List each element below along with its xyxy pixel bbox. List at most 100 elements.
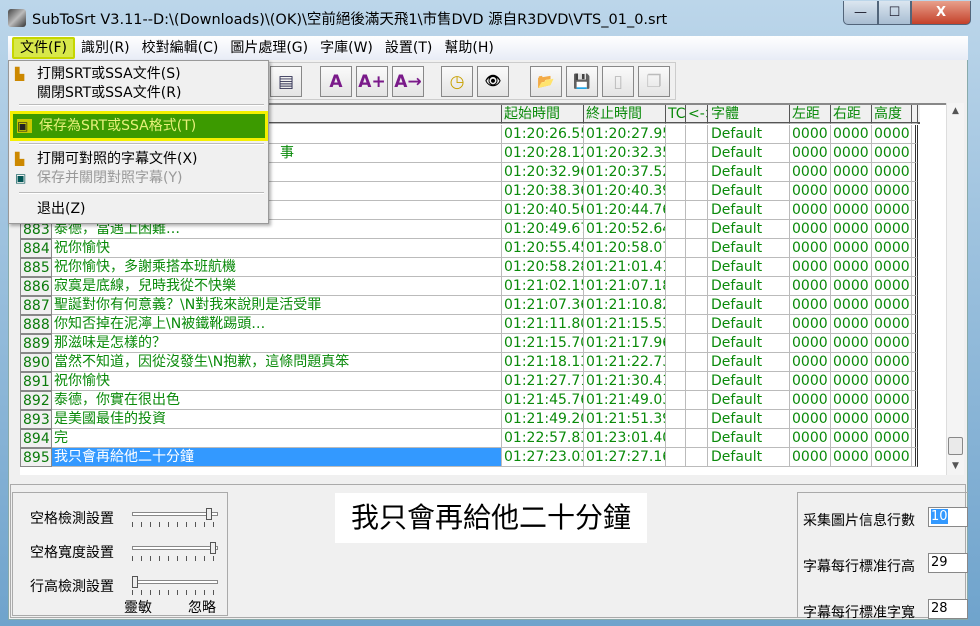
table-row[interactable]: 885 祝你愉快，多謝乘搭本班航機 01:20:58.28 01:21:01.41 De… <box>20 258 920 277</box>
menu-settings[interactable]: 設置(T) <box>379 37 438 59</box>
row-start: 01:21:45.76 <box>502 391 584 410</box>
menu-image[interactable]: 圖片處理(G) <box>224 37 314 59</box>
clock-icon-button[interactable]: ◷ <box>441 66 473 97</box>
row-text[interactable]: 泰德，你實在很出色 <box>52 391 502 410</box>
table-row[interactable]: 887 聖誕對你有何意義？\N對我來說則是活受罪 01:21:07.36 01:21:… <box>20 296 920 315</box>
table-row[interactable]: 891 祝你愉快 01:21:27.71 01:21:30.41 Default 0000… <box>20 372 920 391</box>
row-extra <box>912 258 918 277</box>
font-edit-button[interactable]: A <box>320 66 352 97</box>
close-button[interactable]: X <box>911 1 971 25</box>
vertical-scrollbar[interactable]: ▲ ▼ <box>946 103 964 475</box>
scroll-thumb[interactable] <box>948 437 963 455</box>
menu-item-close-srt[interactable]: 關閉SRT或SSA文件(R) <box>11 83 267 103</box>
row-left-margin: 0000 <box>790 429 831 448</box>
file-menu-dropdown: ▙ 打開SRT或SSA文件(S) 關閉SRT或SSA文件(R) ▣ 保存為SRT或S… <box>8 60 269 224</box>
header-start[interactable]: 起始時間 <box>502 105 584 124</box>
row-left-margin: 0000 <box>790 353 831 372</box>
capture-lines-input[interactable]: 10 <box>928 507 968 527</box>
table-row[interactable]: 886 寂寞是底線，兒時我從不快樂 01:21:02.15 01:21:07.18 De… <box>20 277 920 296</box>
row-extra <box>912 182 918 201</box>
row-left-margin: 0000 <box>790 182 831 201</box>
space-detect-slider[interactable] <box>132 508 218 528</box>
menu-item-open-srt[interactable]: ▙ 打開SRT或SSA文件(S) <box>11 64 267 84</box>
row-extra <box>912 296 918 315</box>
row-text[interactable]: 那滋味是怎樣的？ <box>52 334 502 353</box>
line-height-std-input[interactable]: 29 <box>928 553 968 573</box>
row-tc <box>666 201 686 220</box>
row-text[interactable]: 祝你愉快 <box>52 239 502 258</box>
row-text[interactable]: 是美國最佳的投資 <box>52 410 502 429</box>
header-tc[interactable]: TC <box>666 105 686 124</box>
menu-file[interactable]: 文件(F) <box>12 37 75 59</box>
row-font: Default <box>708 410 790 429</box>
row-font: Default <box>708 429 790 448</box>
menu-proofread[interactable]: 校對編輯(C) <box>136 37 225 59</box>
document-icon-button[interactable]: ▤ <box>270 66 302 97</box>
copy-button[interactable]: ❐ <box>638 66 670 97</box>
row-font: Default <box>708 201 790 220</box>
font-add-button[interactable]: A+ <box>356 66 388 97</box>
font-replace-button[interactable]: A→ <box>392 66 424 97</box>
menu-item-label: 保存并關閉對照字幕(Y) <box>37 170 183 186</box>
row-end: 01:21:49.03 <box>584 391 666 410</box>
table-row[interactable]: 892 泰德，你實在很出色 01:21:45.76 01:21:49.03 Defaul… <box>20 391 920 410</box>
row-tc <box>666 315 686 334</box>
open-folder-button[interactable]: 📂 <box>530 66 562 97</box>
row-start: 01:21:02.15 <box>502 277 584 296</box>
row-start: 01:20:28.12 <box>502 144 584 163</box>
header-shift[interactable]: <-> <box>686 105 708 124</box>
binoculars-icon-button[interactable]: 👁 <box>477 66 509 97</box>
row-end: 01:20:37.52 <box>584 163 666 182</box>
row-font: Default <box>708 277 790 296</box>
menu-help[interactable]: 幫助(H) <box>438 37 499 59</box>
menu-item-save-srt[interactable]: ▣ 保存為SRT或SSA格式(T) <box>10 111 268 141</box>
line-height-slider[interactable] <box>132 576 218 596</box>
header-right-margin[interactable]: 右距 <box>831 105 872 124</box>
header-font[interactable]: 字體 <box>708 105 790 124</box>
row-text[interactable]: 祝你愉快 <box>52 372 502 391</box>
row-start: 01:20:55.45 <box>502 239 584 258</box>
header-height[interactable]: 高度 <box>872 105 912 124</box>
row-height: 0000 <box>872 353 912 372</box>
table-row[interactable]: 894 完 01:22:57.83 01:23:01.40 Default 0000 000… <box>20 429 920 448</box>
row-text[interactable]: 聖誕對你有何意義？\N對我來說則是活受罪 <box>52 296 502 315</box>
save-button[interactable]: 💾 <box>566 66 598 97</box>
save-icon: ▣ <box>17 119 32 133</box>
row-text[interactable]: 我只會再給他二十分鐘 <box>52 448 502 467</box>
row-text[interactable]: 祝你愉快，多謝乘搭本班航機 <box>52 258 502 277</box>
row-extra <box>912 239 918 258</box>
menu-item-open-compare[interactable]: ▙ 打開可對照的字幕文件(X) <box>11 149 267 169</box>
minimize-button[interactable]: — <box>843 1 878 25</box>
scroll-up-arrow[interactable]: ▲ <box>947 103 964 120</box>
table-row[interactable]: 889 那滋味是怎樣的？ 01:21:15.70 01:21:17.96 Default… <box>20 334 920 353</box>
char-width-std-input[interactable]: 28 <box>928 599 968 619</box>
row-right-margin: 0000 <box>831 220 872 239</box>
slider-thumb[interactable] <box>205 508 212 520</box>
table-row[interactable]: 884 祝你愉快 01:20:55.45 01:20:58.07 Default 0000… <box>20 239 920 258</box>
table-row[interactable]: 893 是美國最佳的投資 01:21:49.20 01:21:51.39 Default… <box>20 410 920 429</box>
slider-thumb[interactable] <box>210 542 217 554</box>
menu-font-library[interactable]: 字庫(W) <box>314 37 379 59</box>
menu-item-save-close-compare[interactable]: ▣ 保存并關閉對照字幕(Y) <box>11 168 267 188</box>
menu-item-label: 退出(Z) <box>37 201 86 217</box>
row-text[interactable]: 你知否掉在泥濘上\N被鐵靴踢頭… <box>52 315 502 334</box>
header-left-margin[interactable]: 左距 <box>790 105 831 124</box>
row-end: 01:21:30.41 <box>584 372 666 391</box>
row-extra <box>912 372 918 391</box>
row-text[interactable]: 寂寞是底線，兒時我從不快樂 <box>52 277 502 296</box>
scroll-down-arrow[interactable]: ▼ <box>947 458 964 475</box>
maximize-button[interactable]: ☐ <box>878 1 911 25</box>
row-text[interactable]: 當然不知道，因從沒發生\N抱歉，這條問題真笨 <box>52 353 502 372</box>
header-end[interactable]: 終止時間 <box>584 105 666 124</box>
menu-item-exit[interactable]: 退出(Z) <box>11 199 267 219</box>
table-row[interactable]: 890 當然不知道，因從沒發生\N抱歉，這條問題真笨 01:21:18.13 01:2… <box>20 353 920 372</box>
menu-recognize[interactable]: 識別(R) <box>75 37 136 59</box>
sensitive-label: 靈敏 <box>124 600 152 616</box>
table-row[interactable]: 888 你知否掉在泥濘上\N被鐵靴踢頭… 01:21:11.80 01:21:15.5… <box>20 315 920 334</box>
row-text[interactable]: 完 <box>52 429 502 448</box>
new-page-button[interactable]: ▯ <box>602 66 634 97</box>
row-extra <box>912 315 918 334</box>
space-width-slider[interactable] <box>132 542 218 562</box>
slider-thumb[interactable] <box>132 576 138 588</box>
table-row[interactable]: 895 我只會再給他二十分鐘 01:27:23.03 01:27:27.16 Defau… <box>20 448 920 467</box>
